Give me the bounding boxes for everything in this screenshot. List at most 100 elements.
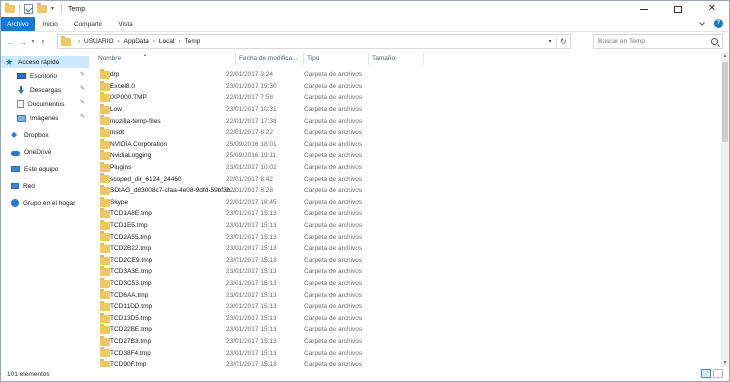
file-row[interactable]: Skype 22/01/2017 18:45 Carpeta de archivos [91,196,711,209]
file-row[interactable]: TCD13D5.tmp 23/01/2017 15:13 Carpeta de ar… [91,312,711,325]
expand-ribbon-icon[interactable] [698,20,706,28]
sidebar-item-imagenes[interactable]: Imágenes ✎ [1,112,89,124]
file-row[interactable]: TCD2A55.tmp 23/01/2017 15:13 Carpeta de ar… [91,231,711,243]
file-date: 22/01/2017 8:22 [226,129,273,137]
maximize-button[interactable] [661,1,695,17]
sidebar-item-grupo-en-el-hogar[interactable]: Grupo en el hogar [1,197,89,209]
file-row[interactable]: TCD3A3E.tmp 23/01/2017 15:13 Carpeta de ar… [91,266,711,278]
file-row[interactable]: Excel8.0 23/01/2017 19:30 Carpeta de archi… [91,80,711,93]
breadcrumb-separator[interactable]: › [78,39,80,45]
scroll-down-icon[interactable]: ▼ [721,359,729,367]
customize-toolbar-icon[interactable]: ▾ [51,4,57,14]
folder-icon [100,138,110,149]
properties-icon[interactable] [24,4,33,14]
file-row[interactable]: Low 23/01/2017 10:31 Carpeta de archivos [91,103,711,116]
maximize-icon [674,5,682,13]
file-row[interactable]: drp 22/01/2017 3:24 Carpeta de archivos [91,69,711,81]
sidebar-item-dropbox[interactable]: ◆ Dropbox [1,129,89,141]
sidebar-item-acceso-rapido[interactable]: ★ Acceso rápido [1,56,89,68]
file-row[interactable]: TCD90F.tmp 23/01/2017 15:13 Carpeta de arc… [91,359,711,367]
file-name: TCD27B3.tmp [110,338,152,346]
new-folder-icon[interactable] [37,3,47,13]
sidebar-item-onedrive[interactable]: OneDrive [1,146,89,158]
sidebar-item-descargas[interactable]: Descargas ✎ [1,84,89,96]
file-row[interactable]: TCD27B3.tmp 23/01/2017 15:13 Carpeta de ar… [91,335,711,348]
address-bar[interactable]: › USUARIO › AppData › Local › Temp ▾ ↻ [57,34,571,49]
separator [19,4,20,14]
file-row[interactable]: TCD1E5.tmp 23/01/2017 15:13 Carpeta de arc… [91,219,711,232]
column-headers: ▲ Nombre Fecha de modifica... Tipo Tamañ… [91,52,721,65]
file-name: TCD13D5.tmp [110,314,152,322]
file-row[interactable]: NvidiaLogging 25/09/2016 19:11 Carpeta de … [91,150,711,162]
back-arrow-icon[interactable]: ← [5,34,17,50]
search-box[interactable] [593,34,723,49]
file-row[interactable]: TCD38F4.tmp 23/01/2017 15:13 Carpeta de ar… [91,347,711,359]
file-type: Carpeta de archivos [304,82,363,90]
file-name: TCD2B22.tmp [110,245,152,253]
file-name: TCD3A3E.tmp [110,268,152,276]
folder-icon [100,243,110,253]
file-row[interactable]: SDIAG_d83008c7-cfaa-4e08-9dfd-59bf3b... 2… [91,185,711,197]
file-row[interactable]: TCD2B22.tmp 23/01/2017 15:13 Carpeta de ar… [91,243,711,255]
file-row[interactable]: scoped_dir_6124_24460 22/01/2017 8:42 Carp… [91,173,711,185]
folder-icon [61,35,71,46]
column-header-date[interactable]: Fecha de modifica... [236,52,304,65]
recent-locations-icon[interactable]: ▾ [29,38,37,45]
file-date: 23/01/2017 15:13 [226,233,277,241]
file-row[interactable]: TCD2CE9.tmp 23/01/2017 15:13 Carpeta de ar… [91,254,711,267]
breadcrumb-separator[interactable]: › [178,39,180,45]
sidebar-item-escritorio[interactable]: Escritorio ✎ [1,70,89,82]
refresh-icon[interactable]: ↻ [556,35,570,48]
file-row[interactable]: Plugins 23/01/2017 10:02 Carpeta de archiv… [91,161,711,174]
up-arrow-icon[interactable]: ↑ [37,34,49,50]
breadcrumb-local[interactable]: Local [159,38,175,45]
tab-archivo[interactable]: Archivo [1,17,35,31]
minimize-button[interactable] [627,1,661,17]
details-view-icon[interactable] [701,369,711,378]
pin-icon[interactable]: ✎ [80,100,85,106]
folder-icon [100,161,110,172]
breadcrumb-temp[interactable]: Temp [184,38,200,45]
file-date: 22/01/2017 18:45 [226,198,277,206]
column-header-name[interactable]: Nombre [95,52,236,65]
pin-icon[interactable]: ✎ [80,72,85,78]
column-header-size[interactable]: Tamaño [369,52,424,65]
pin-icon[interactable]: ✎ [80,114,85,120]
file-row[interactable]: NVIDIA Corporation 25/09/2016 18:01 Carpet… [91,138,711,151]
breadcrumb-usuario[interactable]: USUARIO [84,38,114,45]
sidebar-item-este-equipo[interactable]: Este equipo [1,163,89,175]
file-row[interactable]: TCD22BE.tmp 23/01/2017 15:13 Carpeta de ar… [91,324,711,336]
file-row[interactable]: TCD1A8E.tmp 23/01/2017 15:13 Carpeta de ar… [91,208,711,220]
tab-compartir[interactable]: Compartir [66,17,111,31]
file-row[interactable]: msdt 22/01/2017 8:22 Carpeta de archivos [91,127,711,139]
scrollbar-thumb[interactable] [722,62,728,142]
pin-icon[interactable]: ✎ [80,86,85,92]
file-row[interactable]: TCD3C53.tmp 23/01/2017 15:13 Carpeta de ar… [91,277,711,290]
file-type: Carpeta de archivos [304,187,363,195]
help-icon[interactable]: ? [714,19,723,28]
breadcrumb-separator[interactable]: › [118,39,120,45]
large-icons-view-icon[interactable] [713,369,723,378]
forward-arrow-icon[interactable]: → [17,34,29,50]
file-row[interactable]: TCD6AA.tmp 23/01/2017 15:13 Carpeta de arc… [91,289,711,301]
sidebar-item-label: Imágenes [30,114,59,122]
breadcrumb-appdata[interactable]: AppData [124,38,149,45]
file-name: NVIDIA Corporation [110,140,168,148]
vertical-scrollbar[interactable]: ▲ ▼ [721,52,729,367]
column-header-type[interactable]: Tipo [304,52,369,65]
breadcrumb-separator[interactable]: › [153,39,155,45]
file-row[interactable]: mozilla-temp-files 22/01/2017 17:38 Carpet… [91,115,711,127]
tab-inicio[interactable]: Inicio [35,17,66,31]
file-type: Carpeta de archivos [304,71,363,79]
address-dropdown-icon[interactable]: ▾ [544,38,556,45]
file-name: TCD2CE9.tmp [110,256,153,264]
sidebar-item-red[interactable]: Red [1,180,89,192]
sidebar-item-documentos[interactable]: Documentos ✎ [1,98,89,110]
close-button[interactable]: ✕ [695,1,729,17]
file-type: Carpeta de archivos [304,152,363,160]
search-input[interactable] [598,38,708,45]
scroll-up-icon[interactable]: ▲ [721,52,729,60]
file-row[interactable]: TCD11DD.tmp 23/01/2017 15:13 Carpeta de ar… [91,301,711,313]
tab-vista[interactable]: Vista [110,17,140,31]
file-row[interactable]: IXP000.TMP 22/01/2017 7:58 Carpeta de arch… [91,92,711,104]
